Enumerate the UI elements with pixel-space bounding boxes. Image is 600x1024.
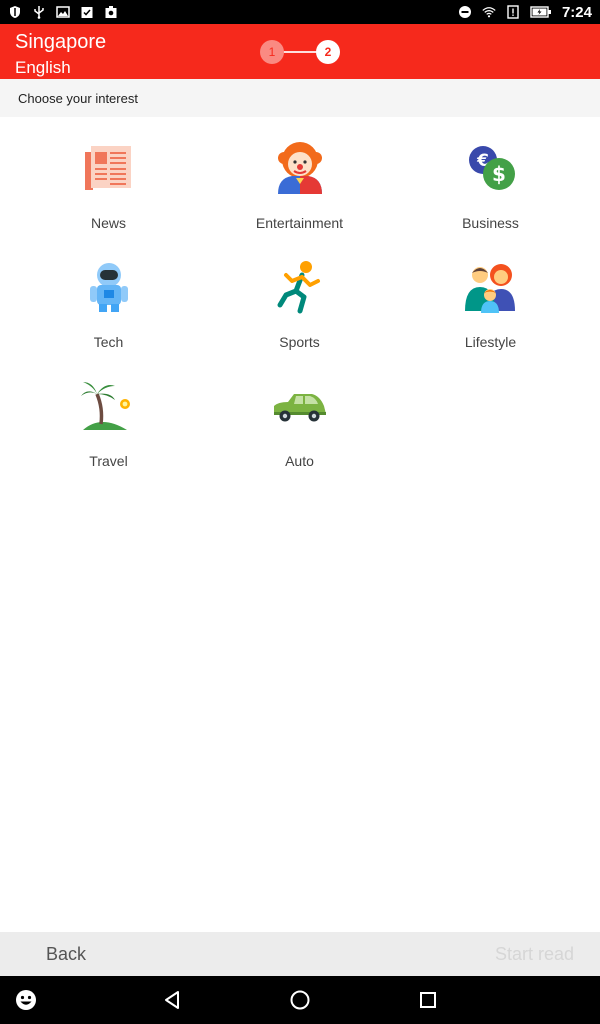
wifi-icon xyxy=(482,5,496,19)
system-nav-bar xyxy=(0,976,600,1024)
interest-label: News xyxy=(90,215,126,231)
choose-interest-label: Choose your interest xyxy=(18,90,138,106)
interest-auto[interactable]: Auto xyxy=(204,378,395,472)
interest-travel[interactable]: Travel xyxy=(13,378,204,472)
clown-icon xyxy=(277,142,322,194)
status-bar: 7:24 xyxy=(0,0,600,24)
back-triangle-icon[interactable] xyxy=(160,988,184,1012)
car-icon xyxy=(273,394,326,422)
start-read-button[interactable]: Start read xyxy=(495,944,574,965)
interest-label: Sports xyxy=(279,334,320,350)
svg-text:$: $ xyxy=(492,162,506,186)
section-heading: Choose your interest xyxy=(0,79,600,117)
country-title: Singapore xyxy=(15,31,107,53)
step-connector xyxy=(280,51,320,53)
interest-label: Tech xyxy=(93,334,124,350)
bottom-action-bar: Back Start read xyxy=(0,932,600,976)
palm-island-icon xyxy=(80,382,130,430)
step-2: 2 xyxy=(316,40,340,64)
runner-icon xyxy=(277,261,320,314)
app-header: Singapore English 1 2 xyxy=(0,24,600,79)
language-subtitle: English xyxy=(15,58,71,77)
step-1: 1 xyxy=(260,40,284,64)
interest-tech[interactable]: Tech xyxy=(13,259,204,353)
family-icon xyxy=(464,264,515,313)
astronaut-icon xyxy=(89,263,128,312)
interest-business[interactable]: € $ Business xyxy=(395,140,586,234)
interest-entertainment[interactable]: Entertainment xyxy=(204,140,395,234)
interest-label: Lifestyle xyxy=(464,334,517,350)
image-icon xyxy=(56,5,70,19)
home-circle-icon[interactable] xyxy=(288,988,312,1012)
clipboard-check-icon xyxy=(80,5,94,19)
usb-icon xyxy=(32,5,46,19)
emoji-icon[interactable] xyxy=(14,988,38,1012)
interest-news[interactable]: News xyxy=(13,140,204,234)
recents-square-icon[interactable] xyxy=(416,988,440,1012)
battery-charging-icon xyxy=(530,5,552,19)
interest-grid: News Entertainment € $ Business Tech Spo… xyxy=(13,140,586,472)
interest-label: Travel xyxy=(89,453,128,469)
step-indicator: 1 2 xyxy=(260,40,342,64)
interest-label: Business xyxy=(462,215,519,231)
back-button[interactable]: Back xyxy=(46,944,86,965)
camera-box-icon xyxy=(104,5,118,19)
interest-label: Auto xyxy=(285,453,314,469)
currency-coins-icon: € $ xyxy=(468,146,515,190)
do-not-disturb-icon xyxy=(458,5,472,19)
shield-icon xyxy=(8,5,22,19)
interest-lifestyle[interactable]: Lifestyle xyxy=(395,259,586,353)
interest-label: Entertainment xyxy=(255,215,344,231)
alert-box-icon xyxy=(506,5,520,19)
newspaper-icon xyxy=(84,146,131,190)
interest-sports[interactable]: Sports xyxy=(204,259,395,353)
status-time: 7:24 xyxy=(561,3,592,21)
